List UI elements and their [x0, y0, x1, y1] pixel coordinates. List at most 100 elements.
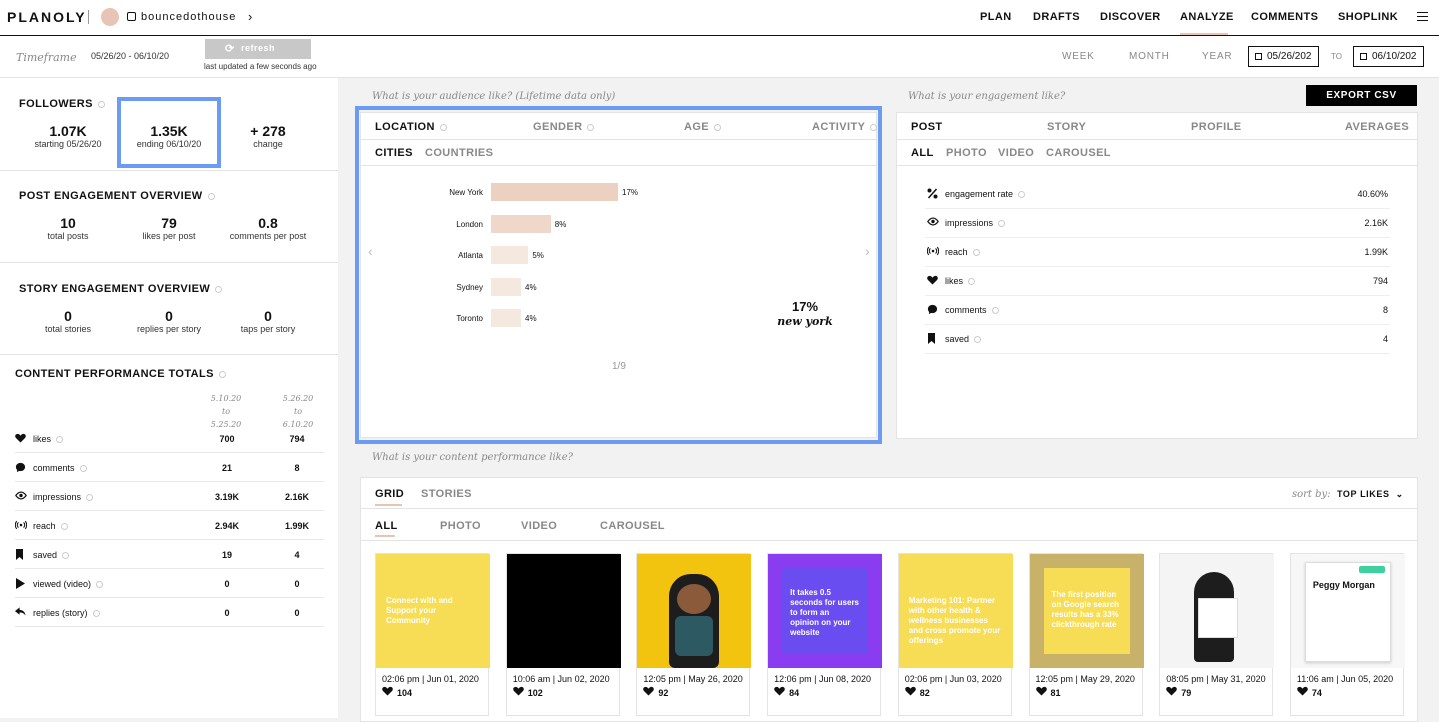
info-icon[interactable] [86, 494, 94, 502]
totals-row: saved 19 4 [15, 540, 324, 569]
tab-story[interactable]: STORY [1047, 121, 1086, 133]
post-caption: 12:05 pm | May 29, 2020 81 [1030, 668, 1142, 700]
nav-drafts[interactable]: DRAFTS [1033, 11, 1080, 23]
info-icon[interactable] [62, 552, 70, 560]
post-card[interactable]: 12:05 pm | May 26, 2020 92 [636, 553, 752, 716]
timeframe-label: Timeframe [16, 51, 77, 64]
post-caption: 12:05 pm | May 26, 2020 92 [637, 668, 749, 700]
post-card[interactable]: 08:05 pm | May 31, 2020 79 [1159, 553, 1275, 716]
info-icon[interactable] [998, 220, 1006, 228]
avatar[interactable] [101, 8, 119, 26]
subtab-carousel[interactable]: CAROUSEL [600, 520, 665, 532]
totals-previous-value: 19 [221, 550, 232, 560]
divider [897, 139, 1417, 140]
period-year[interactable]: YEAR [1202, 51, 1232, 62]
export-csv-button[interactable]: EXPORT CSV [1306, 85, 1417, 106]
post-date: 11:06 am | Jun 05, 2020 [1296, 674, 1394, 684]
subtab-all[interactable]: ALL [375, 520, 398, 532]
story-stat-value: 0 [264, 308, 272, 324]
period-month[interactable]: MONTH [1129, 51, 1170, 62]
post-thumbnail[interactable] [637, 554, 752, 668]
post-thumbnail[interactable]: Connect with and Support your Community [376, 554, 490, 668]
percent-icon [927, 188, 938, 202]
info-icon[interactable] [60, 523, 68, 531]
info-icon[interactable] [79, 465, 87, 473]
totals-current-value: 1.99K [284, 521, 310, 531]
info-icon[interactable] [97, 100, 105, 108]
info-icon[interactable] [968, 278, 976, 286]
info-icon[interactable] [207, 192, 215, 200]
engagement-metric-label: reach [945, 247, 980, 257]
divider [0, 354, 338, 355]
date-to-input[interactable]: 06/10/202 [1353, 46, 1424, 67]
engagement-metric-label: engagement rate [945, 189, 1026, 199]
info-icon[interactable] [215, 285, 223, 293]
subtab-all[interactable]: ALL [911, 147, 934, 159]
post-card[interactable]: Marketing 101: Partner with other health… [897, 553, 1013, 716]
post-caption: 08:05 pm | May 31, 2020 79 [1160, 668, 1272, 700]
subtab-carousel[interactable]: CAROUSEL [1046, 147, 1111, 159]
nav-analyze[interactable]: ANALYZE [1180, 11, 1234, 23]
nav-shoplink[interactable]: SHOPLINK [1338, 11, 1398, 23]
post-card[interactable]: The first position on Google search resu… [1028, 553, 1144, 716]
audience-highlight-frame [355, 106, 882, 444]
post-thumbnail[interactable]: Marketing 101: Partner with other health… [898, 554, 1013, 668]
reply-icon [15, 607, 26, 620]
period-week[interactable]: WEEK [1062, 51, 1095, 62]
sort-select[interactable]: TOP LIKES ⌄ [1337, 489, 1404, 500]
info-icon[interactable] [991, 307, 999, 315]
date-from-value: 05/26/202 [1267, 51, 1312, 62]
post-thumbnail[interactable] [1160, 554, 1275, 668]
subtab-photo[interactable]: PHOTO [440, 520, 481, 532]
info-icon[interactable] [218, 370, 226, 378]
tab-averages[interactable]: AVERAGES [1345, 121, 1409, 133]
post-date: 08:05 pm | May 31, 2020 [1166, 674, 1266, 684]
post-likes: 102 [512, 686, 613, 700]
info-icon[interactable] [1018, 191, 1026, 199]
info-icon[interactable] [92, 610, 100, 618]
refresh-button[interactable]: ⟳ refresh [205, 39, 311, 59]
divider [361, 508, 1417, 509]
tab-stories[interactable]: STORIES [421, 488, 472, 500]
info-icon[interactable] [96, 581, 104, 589]
engagement-metrics: engagement rate 40.60% impressions 2.16K rea… [925, 180, 1390, 354]
subtab-video[interactable]: VIDEO [521, 520, 557, 532]
tab-grid[interactable]: GRID [375, 488, 404, 500]
tab-post[interactable]: POST [911, 121, 943, 133]
nav-plan[interactable]: PLAN [980, 11, 1012, 23]
menu-icon[interactable] [1417, 12, 1428, 21]
planoly-logo[interactable]: PLANOLY [7, 9, 87, 25]
post-date: 02:06 pm | Jun 03, 2020 [904, 674, 1002, 684]
post-likes: 79 [1166, 686, 1266, 700]
post-thumbnail[interactable]: The first position on Google search resu… [1029, 554, 1144, 668]
post-likes: 84 [774, 686, 874, 700]
heart-icon [382, 686, 393, 700]
post-thumbnail[interactable] [506, 554, 621, 668]
nav-comments[interactable]: COMMENTS [1251, 11, 1318, 23]
subtab-video[interactable]: VIDEO [998, 147, 1034, 159]
post-card[interactable]: It takes 0.5 seconds for users to form a… [767, 553, 883, 716]
content-totals-title: CONTENT PERFORMANCE TOTALS [15, 368, 226, 380]
post-thumbnail[interactable]: It takes 0.5 seconds for users to form a… [768, 554, 883, 668]
info-icon[interactable] [972, 249, 980, 257]
divider [0, 170, 338, 171]
info-icon[interactable] [56, 436, 64, 444]
post-card[interactable]: Peggy Morgan 11:06 am | Jun 05, 2020 74 [1289, 553, 1405, 716]
post-card[interactable]: 10:06 am | Jun 02, 2020 102 [505, 553, 621, 716]
tab-profile[interactable]: PROFILE [1191, 121, 1241, 133]
post-date: 10:06 am | Jun 02, 2020 [512, 674, 610, 684]
post-card[interactable]: Connect with and Support your Community 0… [375, 553, 490, 716]
post-thumbnail[interactable]: Peggy Morgan [1290, 554, 1405, 668]
totals-previous-value: 0 [224, 608, 230, 618]
post-stat-label: likes per post [142, 231, 196, 241]
heart-icon [1166, 686, 1177, 700]
date-from-input[interactable]: 05/26/202 [1248, 46, 1319, 67]
subtab-photo[interactable]: PHOTO [946, 147, 987, 159]
totals-row: reach 2.94K 1.99K [14, 511, 324, 540]
heart-icon [1035, 686, 1047, 700]
account-name[interactable]: bouncedothouse [141, 11, 236, 23]
chevron-right-icon[interactable]: › [248, 9, 252, 24]
info-icon[interactable] [974, 336, 982, 344]
post-image-text: It takes 0.5 seconds for users to form a… [790, 588, 860, 637]
nav-discover[interactable]: DISCOVER [1100, 11, 1161, 23]
